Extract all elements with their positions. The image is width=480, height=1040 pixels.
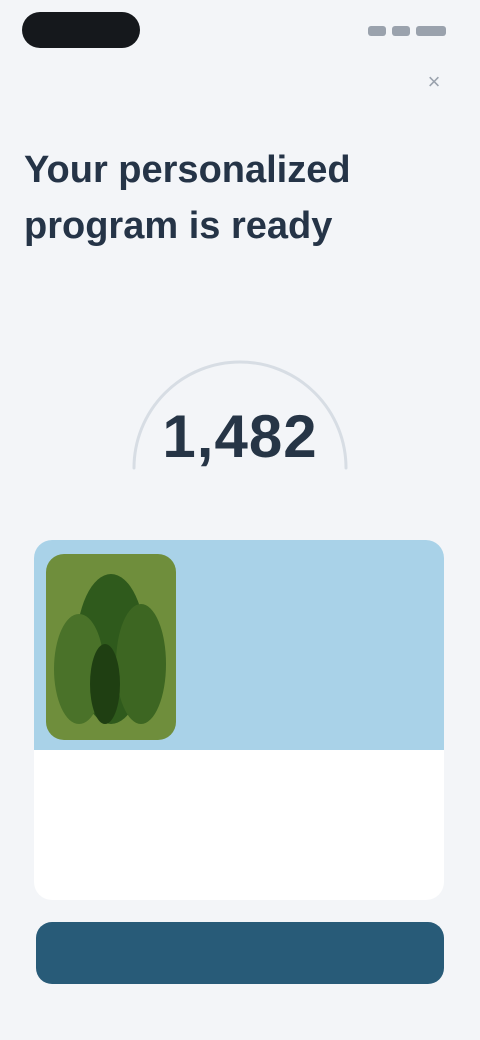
status-icons	[356, 24, 446, 38]
plant-image	[46, 554, 176, 740]
wifi-icon	[392, 26, 410, 36]
dynamic-island	[22, 12, 140, 48]
card-banner	[34, 540, 444, 750]
program-card	[34, 540, 444, 900]
page-title: Your personalized program is ready	[24, 149, 351, 247]
signal-icon	[368, 26, 386, 36]
status-bar	[0, 0, 480, 64]
battery-icon	[416, 26, 446, 36]
close-icon: ×	[427, 69, 441, 94]
score-value: 1,482	[162, 403, 318, 470]
close-button[interactable]: ×	[418, 66, 450, 98]
continue-button[interactable]	[36, 922, 444, 984]
score-gauge: 1,482	[120, 340, 360, 480]
